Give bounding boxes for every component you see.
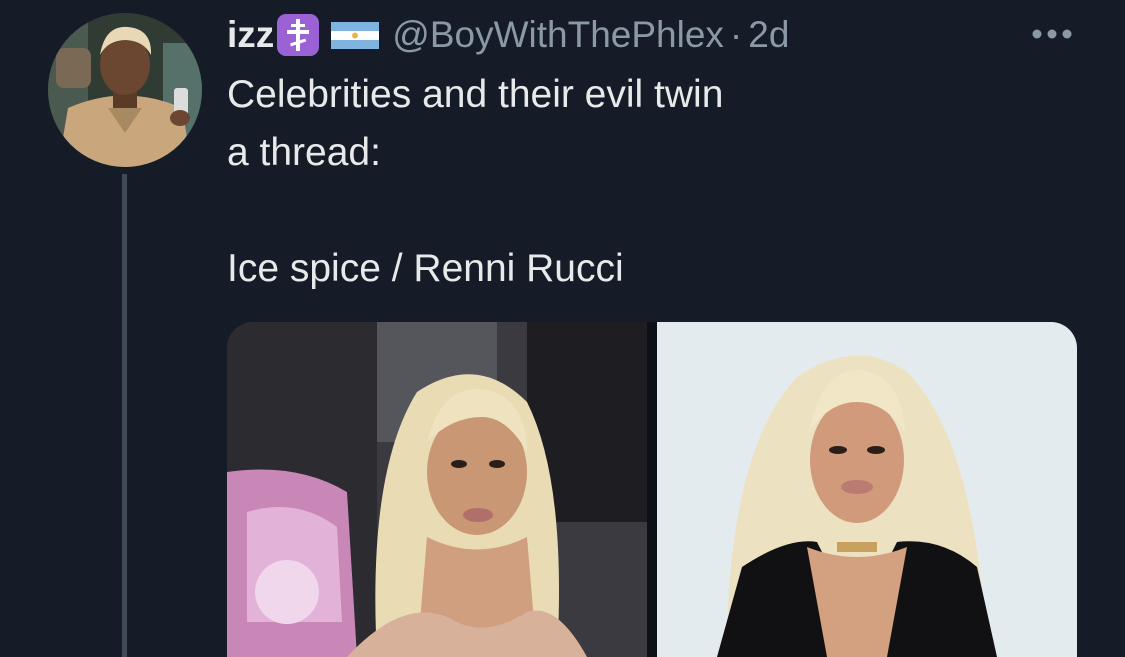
header-separator: · — [729, 14, 743, 55]
tweet-text-line — [227, 182, 723, 240]
user-handle[interactable]: @BoyWithThePhlex — [392, 14, 724, 56]
media-photo-left[interactable] — [227, 322, 647, 657]
thread-connector-line — [122, 174, 127, 657]
argentina-flag-icon — [331, 21, 380, 49]
avatar[interactable] — [48, 13, 202, 167]
tweet-text-line: Celebrities and their evil twin — [227, 73, 724, 116]
more-options-icon[interactable] — [1030, 27, 1074, 41]
display-name[interactable]: izz — [227, 14, 274, 56]
tweet-timestamp[interactable]: 2d — [748, 14, 789, 56]
media-grid — [227, 322, 1077, 657]
tweet-header: izz @BoyWithThePhlex · 2d — [227, 10, 789, 60]
tweet-text-line: Ice spice / Renni Rucci — [227, 247, 624, 290]
tweet-text: Celebrities and their evil twin a thread… — [227, 66, 723, 298]
tweet[interactable]: izz @BoyWithThePhlex · 2d Celebrities an… — [0, 0, 1125, 657]
tweet-text-line: a thread: — [227, 131, 381, 174]
media-photo-right[interactable] — [657, 322, 1077, 657]
avatar-photo — [48, 13, 202, 167]
orthodox-cross-icon — [277, 14, 320, 56]
